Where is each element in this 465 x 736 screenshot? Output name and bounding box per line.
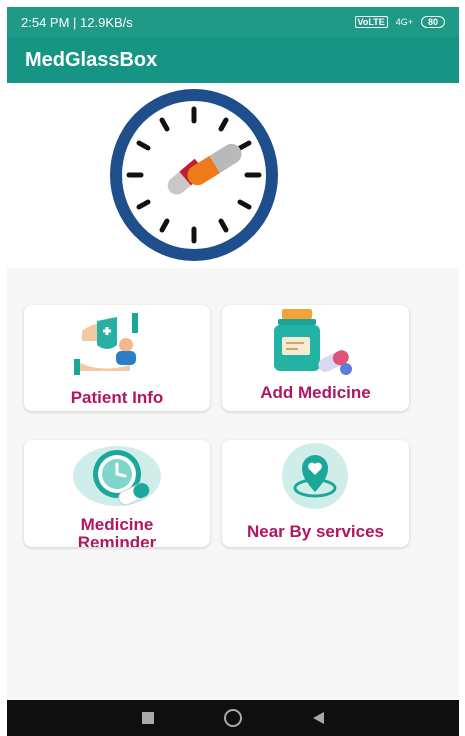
clock-logo-icon [110, 89, 278, 261]
system-nav-bar [7, 700, 459, 736]
add-medicine-label: Add Medicine [260, 383, 371, 402]
near-by-services-label: Near By services [246, 522, 385, 541]
back-icon[interactable] [312, 712, 324, 724]
recents-icon[interactable] [142, 712, 155, 724]
patient-info-label: Patient Info [70, 388, 164, 407]
patient-care-icon [74, 313, 138, 375]
medicine-bottle-icon [274, 309, 352, 375]
app-title: MedGlassBox [25, 48, 158, 71]
medicine-reminder-label: Medicine Reminder [24, 515, 210, 548]
near-by-services-card[interactable]: Near By services [222, 440, 409, 547]
home-icon[interactable] [224, 709, 243, 727]
location-pin-icon [282, 443, 348, 509]
add-medicine-card[interactable]: Add Medicine [222, 305, 409, 411]
medicine-reminder-label-line2: Reminder [77, 533, 157, 548]
reminder-clock-icon [73, 446, 161, 506]
signal-icon: 4G+ [395, 17, 413, 27]
volte-icon: VoLTE [354, 16, 388, 28]
app-bar: MedGlassBox [7, 37, 459, 83]
status-bar: 2:54 PM | 12.9KB/s VoLTE 4G+ 80 [7, 7, 459, 37]
status-right-icons: VoLTE 4G+ 80 [354, 16, 445, 28]
menu-grid: Patient Info Add Medicine Medicine Remin… [7, 268, 459, 700]
status-time-speed: 2:54 PM | 12.9KB/s [21, 14, 133, 30]
patient-info-card[interactable]: Patient Info [24, 305, 210, 411]
hero-banner [7, 83, 459, 268]
medicine-reminder-label-line1: Medicine [80, 515, 154, 534]
battery-icon: 80 [420, 16, 445, 28]
medicine-reminder-card[interactable]: Medicine Reminder [24, 440, 210, 547]
